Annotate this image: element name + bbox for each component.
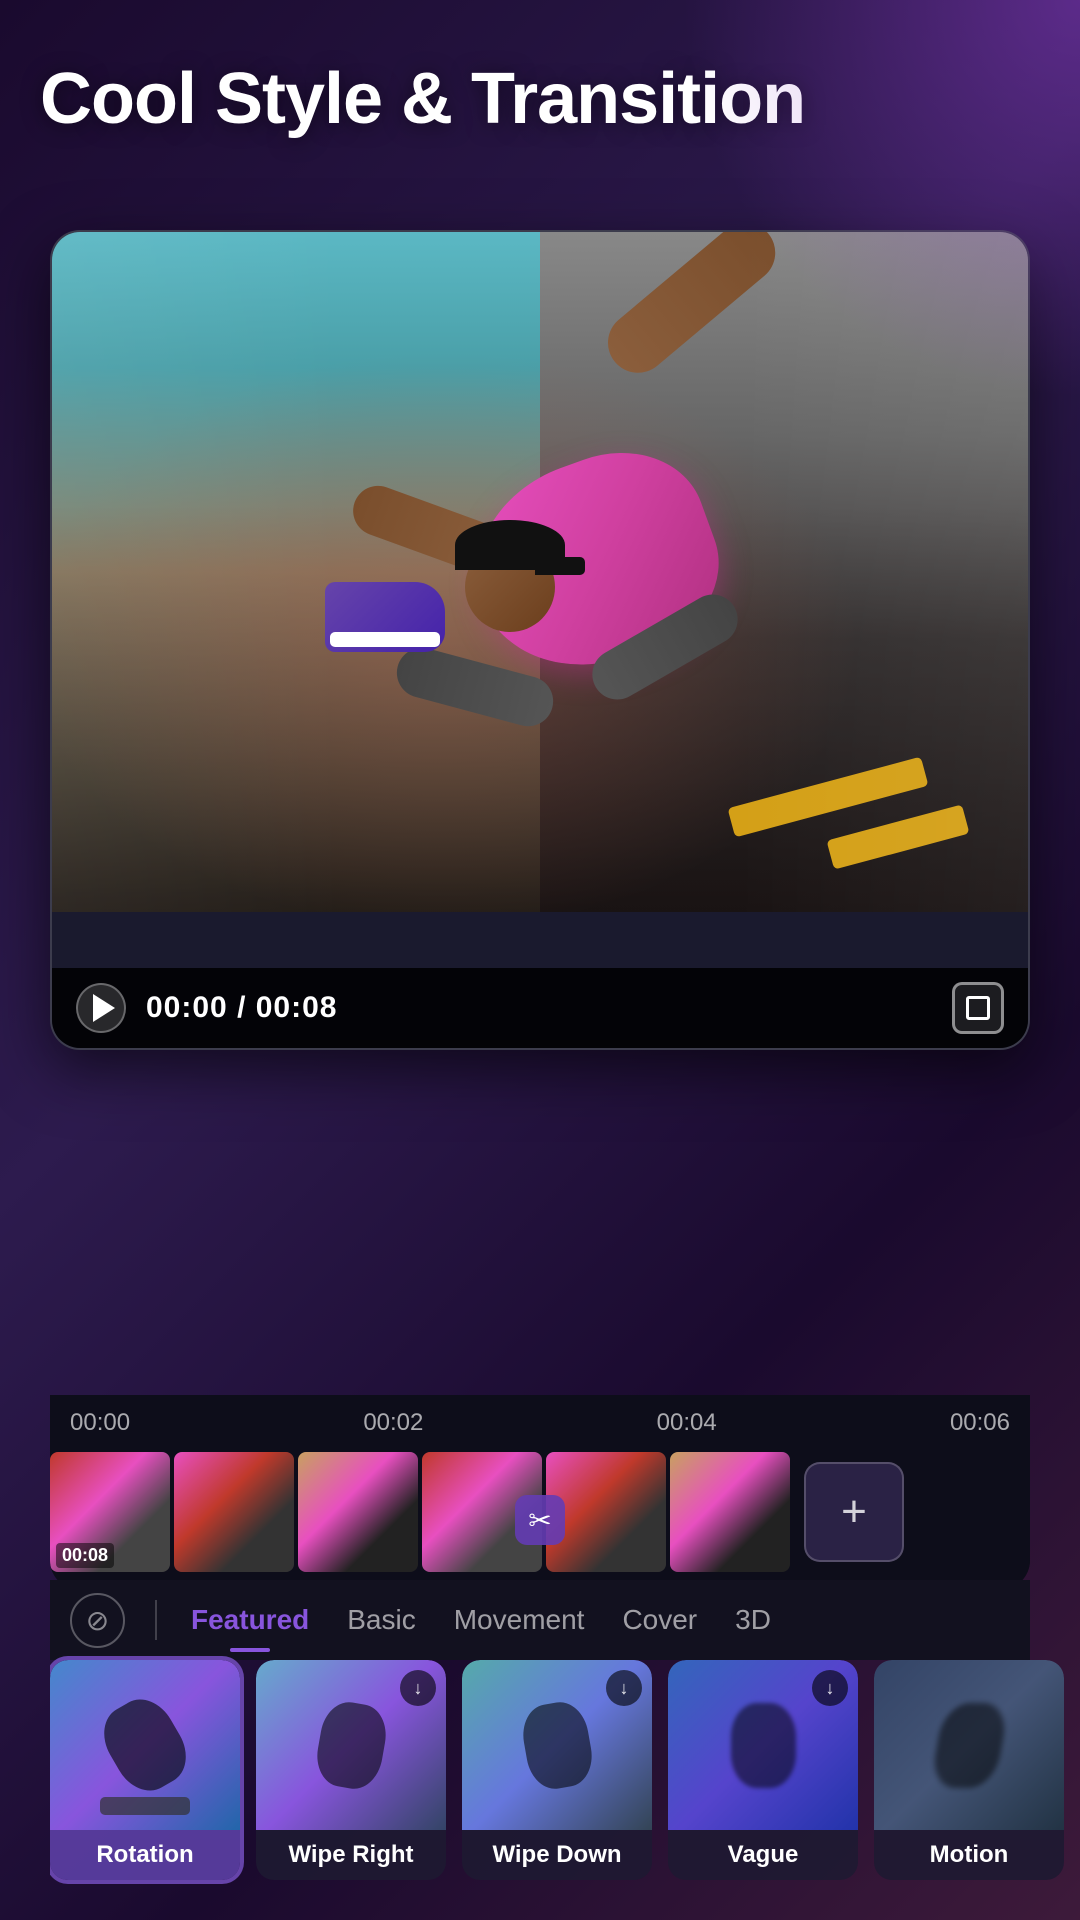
tab-divider: [155, 1600, 157, 1640]
timeline-container: 00:00 00:02 00:04 00:06 00:08 ✂ +: [50, 1395, 1030, 1590]
no-transition-icon: ⊘: [86, 1604, 109, 1637]
tab-cover[interactable]: Cover: [618, 1596, 701, 1644]
time-display: 00:00 / 00:08: [146, 991, 932, 1025]
transition-wipe-right[interactable]: ↓ Wipe Right: [256, 1660, 446, 1880]
transition-wipe-down[interactable]: ↓ Wipe Down: [462, 1660, 652, 1880]
thumb-item-3[interactable]: [298, 1452, 418, 1572]
tab-basic[interactable]: Basic: [343, 1596, 419, 1644]
tab-movement[interactable]: Movement: [450, 1596, 589, 1644]
thumb-item-1[interactable]: 00:08: [50, 1452, 170, 1572]
thumb-item-2[interactable]: [174, 1452, 294, 1572]
transition-wipe-right-label: Wipe Right: [256, 1830, 446, 1880]
fullscreen-icon: [966, 996, 990, 1020]
video-frame[interactable]: [52, 232, 1028, 912]
transition-tabs: ⊘ Featured Basic Movement Cover 3D: [50, 1580, 1030, 1660]
transition-grid: Rotation ↓ Wipe Right ↓: [50, 1650, 1080, 1910]
tab-featured[interactable]: Featured: [187, 1596, 313, 1644]
thumbnail-row: 00:08 ✂ +: [50, 1450, 1030, 1590]
video-card: 00:00 / 00:08: [50, 230, 1030, 1050]
time-marker-2: 00:04: [657, 1409, 717, 1437]
transition-vague[interactable]: ↓ Vague: [668, 1660, 858, 1880]
no-transition-button[interactable]: ⊘: [70, 1593, 125, 1648]
transition-vague-label: Vague: [668, 1830, 858, 1880]
time-marker-0: 00:00: [70, 1409, 130, 1437]
play-icon: [93, 994, 115, 1022]
fullscreen-button[interactable]: [952, 982, 1004, 1034]
thumb-timestamp: 00:08: [56, 1543, 114, 1568]
time-marker-3: 00:06: [950, 1409, 1010, 1437]
split-transition-icon[interactable]: ✂: [515, 1495, 565, 1545]
transition-motion[interactable]: Motion: [874, 1660, 1064, 1880]
time-ruler: 00:00 00:02 00:04 00:06: [50, 1395, 1030, 1450]
transition-wipe-down-label: Wipe Down: [462, 1830, 652, 1880]
transition-rotation[interactable]: Rotation: [50, 1660, 240, 1880]
transition-rotation-label: Rotation: [50, 1830, 240, 1880]
video-controls-bar: 00:00 / 00:08: [52, 968, 1028, 1048]
add-clip-button[interactable]: +: [804, 1462, 904, 1562]
play-button[interactable]: [76, 983, 126, 1033]
tab-3d[interactable]: 3D: [731, 1596, 775, 1644]
thumb-item-6[interactable]: [670, 1452, 790, 1572]
header-title: Cool Style & Transition: [40, 60, 1040, 139]
time-marker-1: 00:02: [363, 1409, 423, 1437]
transition-motion-label: Motion: [874, 1830, 1064, 1880]
